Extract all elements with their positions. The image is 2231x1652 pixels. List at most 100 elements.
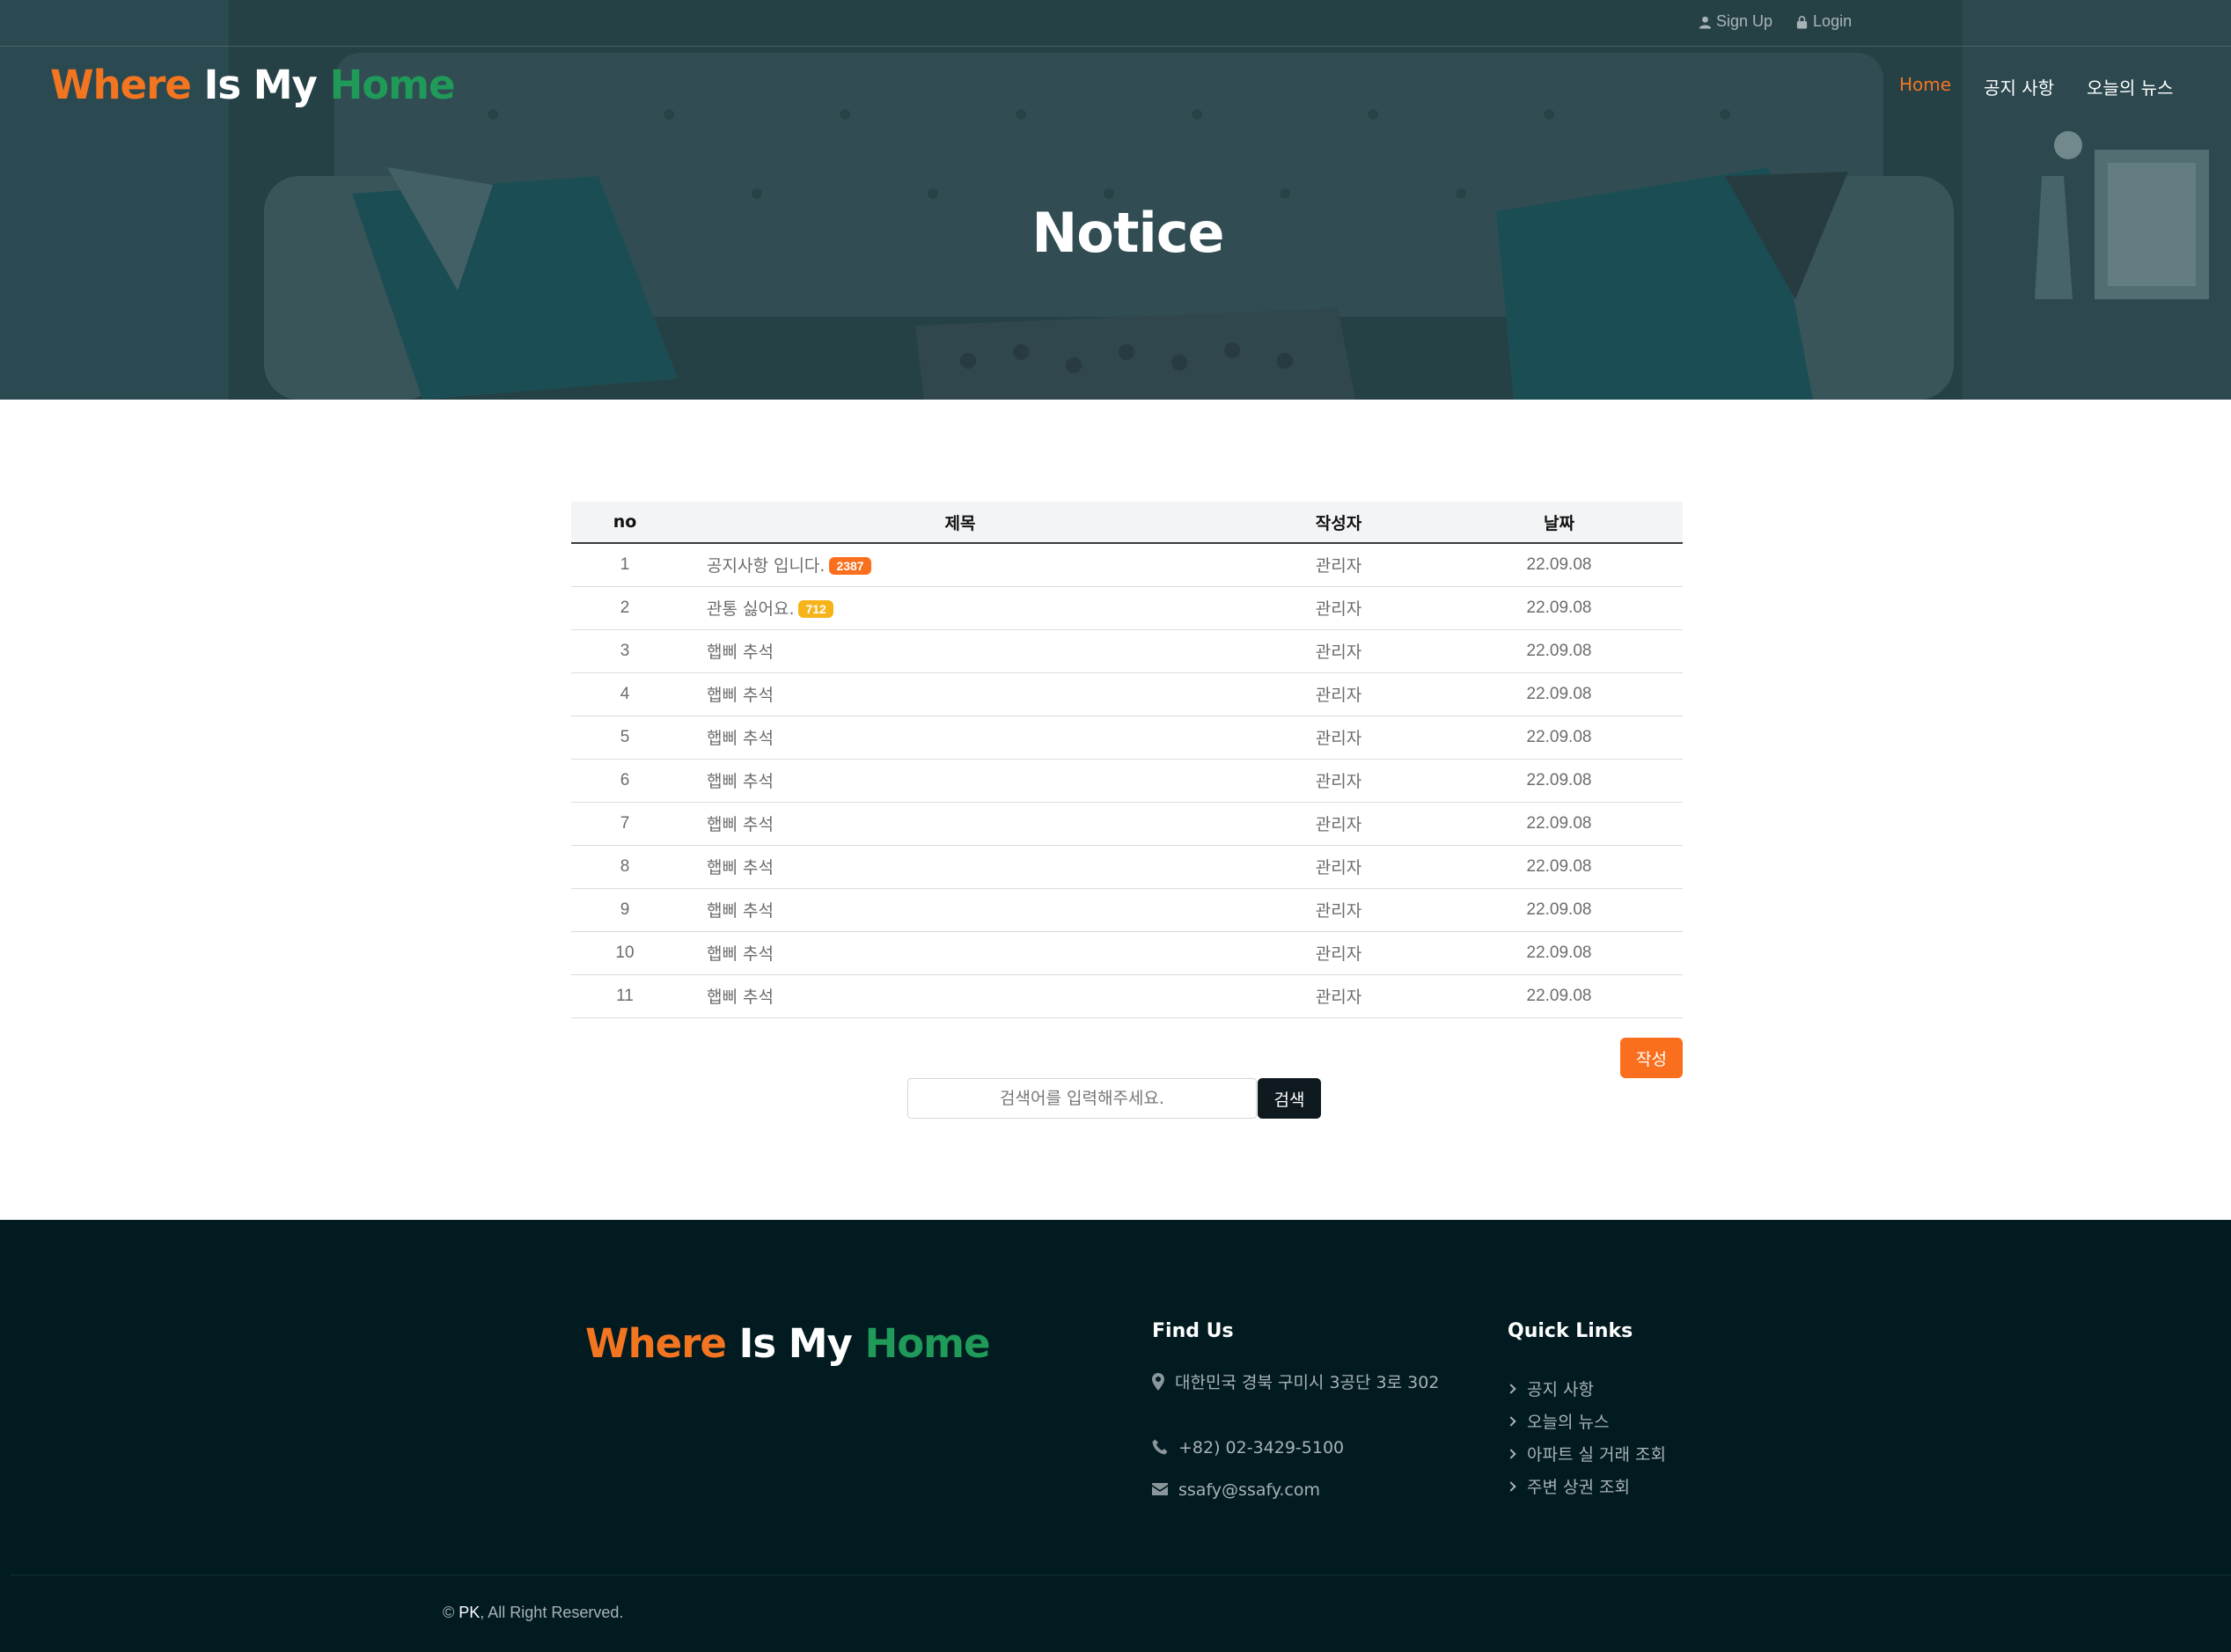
row-writer: 관리자 — [1315, 815, 1362, 834]
row-no: 7 — [620, 813, 630, 833]
quick-link-notice[interactable]: 공지 사항 — [1506, 1372, 1666, 1405]
table-row[interactable]: 11 햅삐 추석 관리자 22.09.08 — [571, 974, 1683, 1017]
row-writer: 관리자 — [1315, 944, 1362, 964]
copyright: © PK, All Right Reserved. — [443, 1604, 623, 1622]
header-title: 제목 — [944, 513, 976, 533]
copyright-prefix: © — [443, 1604, 459, 1621]
email-text[interactable]: ssafy@ssafy.com — [1178, 1480, 1320, 1500]
chevron-right-icon — [1506, 1415, 1516, 1427]
header-writer: 작성자 — [1315, 513, 1362, 533]
row-title[interactable]: 햅삐 추석 — [679, 672, 1242, 716]
phone-icon — [1152, 1439, 1168, 1454]
row-no: 10 — [615, 943, 635, 962]
logo-word-is: Is — [738, 1320, 777, 1367]
row-writer: 관리자 — [1315, 901, 1362, 921]
row-title[interactable]: 햅삐 추석 — [679, 845, 1242, 888]
logo-word-is: Is — [203, 62, 242, 108]
signup-label: Sign Up — [1716, 12, 1773, 30]
quick-link-label: 오늘의 뉴스 — [1527, 1413, 1610, 1432]
footer-logo[interactable]: Where Is My Home — [585, 1320, 991, 1367]
nav-item-home[interactable]: Home — [1899, 74, 1951, 99]
view-count-badge: 2387 — [829, 556, 871, 575]
table-row[interactable]: 2 관통 싫어요. 712 관리자 22.09.08 — [571, 586, 1683, 629]
row-title[interactable]: 햅삐 추석 — [679, 629, 1242, 672]
row-no: 4 — [620, 684, 630, 703]
row-no: 6 — [620, 770, 630, 789]
row-title-cell[interactable]: 공지사항 입니다. 2387 — [679, 543, 1242, 586]
login-link[interactable]: Login — [1795, 12, 1852, 31]
table-row[interactable]: 3 햅삐 추석 관리자 22.09.08 — [571, 629, 1683, 672]
quick-links-heading: Quick Links — [1508, 1320, 1633, 1342]
row-writer: 관리자 — [1315, 686, 1362, 705]
signup-link[interactable]: Sign Up — [1699, 12, 1772, 31]
main-nav: Home 공지 사항 오늘의 뉴스 — [1899, 74, 2173, 99]
row-title-cell[interactable]: 관통 싫어요. 712 — [679, 586, 1242, 629]
nav-item-news[interactable]: 오늘의 뉴스 — [2087, 74, 2173, 99]
quick-link-label: 아파트 실 거래 조회 — [1527, 1445, 1666, 1465]
hero-header: Sign Up Login Where Is My Home Home 공지 사… — [0, 0, 2231, 400]
auth-links: Sign Up Login — [1699, 12, 1852, 31]
row-title[interactable]: 관통 싫어요. — [707, 599, 794, 619]
quick-link-label: 주변 상권 조회 — [1527, 1478, 1630, 1497]
logo-word-my: My — [788, 1320, 853, 1367]
row-writer: 관리자 — [1315, 729, 1362, 748]
notice-table: no 제목 작성자 날짜 1 공지사항 입니다. 2387 관리자 22.09.0… — [571, 502, 1683, 1018]
user-icon — [1699, 16, 1712, 28]
row-date: 22.09.08 — [1526, 727, 1592, 746]
row-title[interactable]: 햅삐 추석 — [679, 759, 1242, 802]
quick-link-commercial-area[interactable]: 주변 상권 조회 — [1506, 1470, 1666, 1502]
nav-item-notice[interactable]: 공지 사항 — [1984, 74, 2054, 99]
logo-word-where: Where — [585, 1320, 727, 1367]
row-date: 22.09.08 — [1526, 986, 1592, 1005]
table-row[interactable]: 5 햅삐 추석 관리자 22.09.08 — [571, 716, 1683, 759]
search-input[interactable] — [907, 1078, 1257, 1119]
search-button[interactable]: 검색 — [1258, 1078, 1321, 1119]
chevron-right-icon — [1506, 1383, 1516, 1394]
row-writer: 관리자 — [1315, 772, 1362, 791]
map-marker-icon — [1152, 1372, 1164, 1391]
login-label: Login — [1813, 12, 1853, 30]
row-title[interactable]: 햅삐 추석 — [679, 931, 1242, 974]
table-body: 1 공지사항 입니다. 2387 관리자 22.09.08 2 관통 싫어요. 71… — [571, 543, 1683, 1017]
envelope-icon — [1152, 1482, 1168, 1495]
row-no: 2 — [620, 598, 630, 617]
row-date: 22.09.08 — [1526, 899, 1592, 919]
row-date: 22.09.08 — [1526, 856, 1592, 876]
row-date: 22.09.08 — [1526, 598, 1592, 617]
header-logo[interactable]: Where Is My Home — [50, 62, 456, 108]
row-title[interactable]: 햅삐 추석 — [679, 974, 1242, 1017]
quick-links-list: 공지 사항 오늘의 뉴스 아파트 실 거래 조회 주변 상권 조회 — [1506, 1372, 1666, 1502]
row-title[interactable]: 햅삐 추석 — [679, 802, 1242, 845]
row-writer: 관리자 — [1315, 858, 1362, 877]
row-date: 22.09.08 — [1526, 770, 1592, 789]
table-row[interactable]: 1 공지사항 입니다. 2387 관리자 22.09.08 — [571, 543, 1683, 586]
footer-phone: +82) 02-3429-5100 — [1152, 1435, 1344, 1461]
row-no: 5 — [620, 727, 630, 746]
row-writer: 관리자 — [1315, 642, 1362, 662]
quick-link-news[interactable]: 오늘의 뉴스 — [1506, 1405, 1666, 1437]
write-button[interactable]: 작성 — [1620, 1038, 1683, 1078]
quick-link-apartment-deals[interactable]: 아파트 실 거래 조회 — [1506, 1437, 1666, 1470]
row-date: 22.09.08 — [1526, 813, 1592, 833]
view-count-badge: 712 — [798, 599, 833, 618]
row-date: 22.09.08 — [1526, 684, 1592, 703]
site-footer: Where Is My Home Find Us 대한민국 경북 구미시 3공단… — [0, 1220, 2231, 1652]
table-row[interactable]: 10 햅삐 추석 관리자 22.09.08 — [571, 931, 1683, 974]
address-text: 대한민국 경북 구미시 3공단 3로 302 — [1175, 1373, 1440, 1392]
table-row[interactable]: 9 햅삐 추석 관리자 22.09.08 — [571, 888, 1683, 931]
row-title[interactable]: 햅삐 추석 — [679, 888, 1242, 931]
chevron-right-icon — [1506, 1480, 1516, 1492]
lock-icon — [1796, 15, 1808, 28]
table-row[interactable]: 7 햅삐 추석 관리자 22.09.08 — [571, 802, 1683, 845]
table-row[interactable]: 8 햅삐 추석 관리자 22.09.08 — [571, 845, 1683, 888]
phone-text: +82) 02-3429-5100 — [1178, 1438, 1345, 1457]
copyright-suffix: , All Right Reserved. — [480, 1604, 624, 1621]
table-row[interactable]: 4 햅삐 추석 관리자 22.09.08 — [571, 672, 1683, 716]
logo-word-my: My — [253, 62, 318, 108]
row-no: 8 — [620, 856, 630, 876]
row-title[interactable]: 공지사항 입니다. — [707, 556, 825, 576]
row-title[interactable]: 햅삐 추석 — [679, 716, 1242, 759]
table-row[interactable]: 6 햅삐 추석 관리자 22.09.08 — [571, 759, 1683, 802]
header-no: no — [613, 512, 637, 532]
quick-link-label: 공지 사항 — [1527, 1380, 1594, 1399]
